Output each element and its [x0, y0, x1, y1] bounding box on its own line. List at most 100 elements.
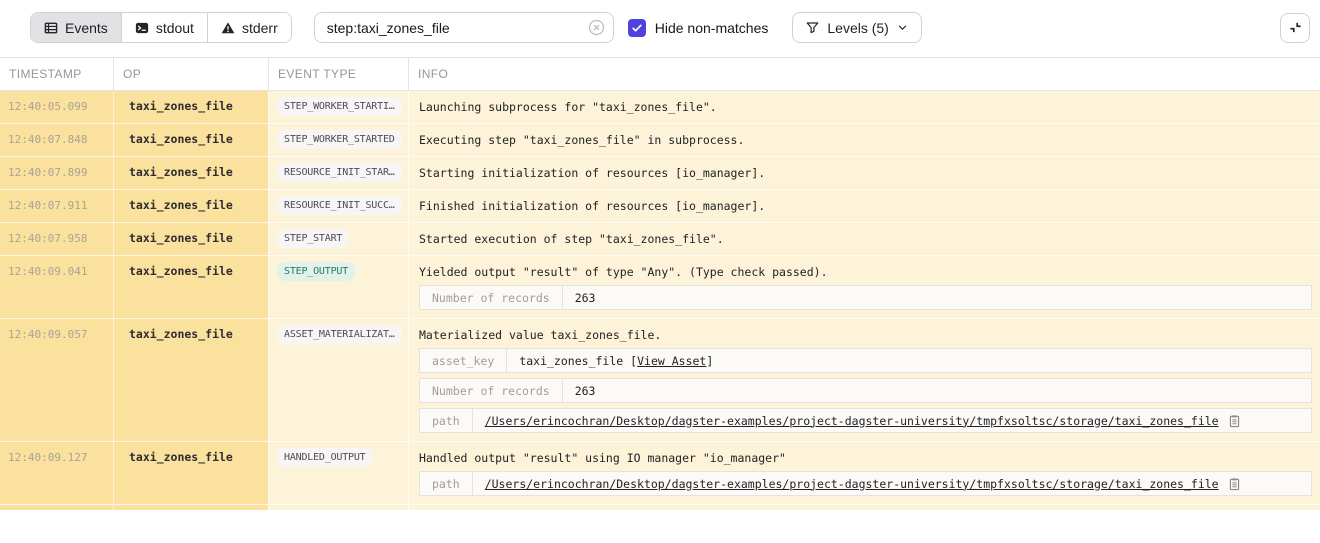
metadata-value-text: taxi_zones_file — [519, 354, 623, 368]
metadata-row: path /Users/erincochran/Desktop/dagster-… — [419, 408, 1312, 433]
event-type-cell: RESOURCE_INIT_STAR… — [268, 157, 408, 190]
event-row[interactable]: 12:40:09.127 taxi_zones_file HANDLED_OUT… — [0, 442, 1320, 505]
event-op-name: taxi_zones_file — [113, 256, 268, 319]
column-header-timestamp: TIMESTAMP — [0, 58, 113, 90]
chevron-down-icon — [897, 22, 908, 33]
metadata-row: Number of records 263 — [419, 378, 1312, 403]
event-row[interactable]: 12:40:09.041 taxi_zones_file STEP_OUTPUT… — [0, 256, 1320, 319]
tab-label: stdout — [156, 20, 194, 36]
event-info-text: Handled output "result" using IO manager… — [419, 450, 1312, 466]
bracket-close: ] — [706, 354, 713, 368]
copy-clipboard-icon[interactable] — [1228, 414, 1241, 428]
event-info-text: Started execution of step "taxi_zones_fi… — [419, 231, 1312, 247]
column-header-op: OP — [113, 58, 268, 90]
metadata-list: path /Users/erincochran/Desktop/dagster-… — [419, 471, 1312, 496]
metadata-value: taxi_zones_file [View Asset] — [507, 349, 725, 372]
event-timestamp[interactable]: 12:40:07.848 — [0, 124, 113, 157]
metadata-row: Number of records 263 — [419, 285, 1312, 310]
event-info-cell: Executing step "taxi_zones_file" in subp… — [408, 124, 1320, 157]
event-op-name: taxi_zones_file — [113, 442, 268, 505]
event-op-name: taxi_zones_file — [113, 319, 268, 442]
metadata-list: Number of records 263 — [419, 285, 1312, 310]
event-info-text: Executing step "taxi_zones_file" in subp… — [419, 132, 1312, 148]
event-type-cell: ASSET_MATERIALIZAT… — [268, 319, 408, 442]
table-header: TIMESTAMP OP EVENT TYPE INFO — [0, 57, 1320, 91]
metadata-label: path — [420, 472, 473, 495]
event-timestamp[interactable]: 12:40:09.041 — [0, 256, 113, 319]
event-type-cell: RESOURCE_INIT_SUCC… — [268, 190, 408, 223]
hide-non-matches-label: Hide non-matches — [655, 20, 769, 36]
metadata-value-text: 263 — [575, 291, 596, 305]
terminal-icon — [135, 21, 149, 35]
tab-events[interactable]: Events — [31, 13, 121, 42]
event-info-cell: Launching subprocess for "taxi_zones_fil… — [408, 91, 1320, 124]
event-timestamp[interactable]: 12:40:07.958 — [0, 223, 113, 256]
path-link[interactable]: /Users/erincochran/Desktop/dagster-examp… — [485, 414, 1219, 428]
path-link[interactable]: /Users/erincochran/Desktop/dagster-examp… — [485, 477, 1219, 491]
event-info-text: Materialized value taxi_zones_file. — [419, 327, 1312, 343]
event-info-cell: Yielded output "result" of type "Any". (… — [408, 256, 1320, 319]
event-type-tag: STEP_START — [277, 229, 349, 248]
log-view-tabs: Events stdout stderr — [30, 12, 292, 43]
toolbar: Events stdout stderr Hide non-matches Leve… — [0, 0, 1320, 43]
event-info-cell: Starting initialization of resources [io… — [408, 157, 1320, 190]
event-row[interactable]: 12:40:09.057 taxi_zones_file ASSET_MATER… — [0, 319, 1320, 442]
event-row[interactable]: 12:40:07.899 taxi_zones_file RESOURCE_IN… — [0, 157, 1320, 190]
tab-label: Events — [65, 20, 108, 36]
log-filter-input[interactable] — [314, 12, 614, 43]
event-row[interactable]: 12:40:07.911 taxi_zones_file RESOURCE_IN… — [0, 190, 1320, 223]
event-type-tag: ASSET_MATERIALIZAT… — [277, 325, 402, 344]
metadata-label: Number of records — [420, 379, 563, 402]
event-row[interactable]: 12:40:05.099 taxi_zones_file STEP_WORKER… — [0, 91, 1320, 124]
levels-button-label: Levels (5) — [827, 20, 888, 36]
event-rows: 12:40:05.099 taxi_zones_file STEP_WORKER… — [0, 91, 1320, 510]
event-timestamp[interactable]: 12:40:09.136 — [0, 505, 113, 510]
metadata-value-text: 263 — [575, 384, 596, 398]
event-info-text: Launching subprocess for "taxi_zones_fil… — [419, 99, 1312, 115]
event-timestamp[interactable]: 12:40:07.911 — [0, 190, 113, 223]
metadata-row: path /Users/erincochran/Desktop/dagster-… — [419, 471, 1312, 496]
metadata-row: asset_key taxi_zones_file [View Asset] — [419, 348, 1312, 373]
event-info-cell: Finished execution of step "taxi_zones_f… — [408, 505, 1320, 510]
event-timestamp[interactable]: 12:40:07.899 — [0, 157, 113, 190]
event-row[interactable]: 12:40:07.848 taxi_zones_file STEP_WORKER… — [0, 124, 1320, 157]
collapse-panel-icon — [1287, 19, 1304, 36]
event-row[interactable]: 12:40:07.958 taxi_zones_file STEP_START … — [0, 223, 1320, 256]
clear-search-icon[interactable] — [588, 19, 605, 36]
tab-stderr[interactable]: stderr — [207, 13, 291, 42]
event-timestamp[interactable]: 12:40:05.099 — [0, 91, 113, 124]
tab-stdout[interactable]: stdout — [121, 13, 207, 42]
event-info-text: Yielded output "result" of type "Any". (… — [419, 264, 1312, 280]
event-info-text: Starting initialization of resources [io… — [419, 165, 1312, 181]
event-type-cell: STEP_SUCCESS — [268, 505, 408, 510]
metadata-asset-link-wrap: [View Asset] — [630, 354, 713, 368]
column-header-info: INFO — [408, 58, 1320, 90]
tab-label: stderr — [242, 20, 278, 36]
metadata-label: Number of records — [420, 286, 563, 309]
event-type-cell: STEP_WORKER_STARTI… — [268, 91, 408, 124]
event-info-cell: Materialized value taxi_zones_file. asse… — [408, 319, 1320, 442]
metadata-value: /Users/erincochran/Desktop/dagster-examp… — [473, 409, 1253, 432]
log-filter-input-wrap — [314, 12, 614, 43]
levels-filter-button[interactable]: Levels (5) — [792, 12, 921, 43]
event-timestamp[interactable]: 12:40:09.127 — [0, 442, 113, 505]
event-timestamp[interactable]: 12:40:09.057 — [0, 319, 113, 442]
event-row[interactable]: 12:40:09.136 taxi_zones_file STEP_SUCCES… — [0, 505, 1320, 510]
event-op-name: taxi_zones_file — [113, 157, 268, 190]
checkbox-checked-icon[interactable] — [628, 19, 646, 37]
event-op-name: taxi_zones_file — [113, 124, 268, 157]
copy-clipboard-icon[interactable] — [1228, 477, 1241, 491]
metadata-value: 263 — [563, 379, 608, 402]
event-op-name: taxi_zones_file — [113, 505, 268, 510]
event-type-tag: RESOURCE_INIT_STAR… — [277, 163, 402, 182]
view-asset-link[interactable]: View Asset — [637, 354, 706, 368]
event-op-name: taxi_zones_file — [113, 190, 268, 223]
event-type-cell: STEP_START — [268, 223, 408, 256]
event-log-panel: Events stdout stderr Hide non-matches Leve… — [0, 0, 1320, 543]
hide-non-matches-toggle[interactable]: Hide non-matches — [628, 19, 769, 37]
metadata-label: asset_key — [420, 349, 507, 372]
collapse-panel-button[interactable] — [1280, 13, 1310, 43]
event-type-cell: STEP_OUTPUT — [268, 256, 408, 319]
warning-triangle-icon — [221, 21, 235, 35]
event-info-text: Finished initialization of resources [io… — [419, 198, 1312, 214]
